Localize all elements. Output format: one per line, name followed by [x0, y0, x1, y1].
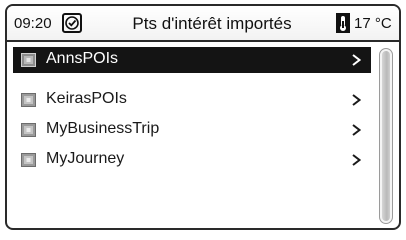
status-bar: 09:20 Pts d'intérêt importés 17 °C — [7, 6, 399, 42]
outside-temperature: 17 °C — [354, 15, 392, 32]
list-item[interactable]: MyBusinessTrip — [13, 117, 371, 143]
chevron-right-icon — [352, 54, 361, 66]
poi-folder-icon — [21, 93, 36, 107]
clock-icon — [62, 13, 82, 33]
list-item[interactable]: AnnsPOIs — [13, 47, 371, 73]
scrollbar[interactable] — [379, 48, 393, 224]
chevron-right-icon — [352, 154, 361, 166]
list-item-label: KeirasPOIs — [46, 90, 127, 107]
poi-folder-icon — [21, 53, 36, 67]
scrollbar-thumb[interactable] — [382, 51, 390, 221]
list-item-label: MyJourney — [46, 150, 125, 167]
list-item[interactable]: MyJourney — [13, 147, 371, 173]
clock-time: 09:20 — [14, 15, 52, 32]
thermometer-icon — [336, 13, 350, 33]
list-item-label: AnnsPOIs — [46, 50, 119, 67]
poi-folder-icon — [21, 153, 36, 167]
list-item-label: MyBusinessTrip — [46, 120, 160, 137]
list-item[interactable]: KeirasPOIs — [13, 87, 371, 113]
poi-folder-icon — [21, 123, 36, 137]
display-screen: 09:20 Pts d'intérêt importés 17 °C AnnsP… — [5, 4, 401, 230]
chevron-right-icon — [352, 94, 361, 106]
chevron-right-icon — [352, 124, 361, 136]
page-title: Pts d'intérêt importés — [132, 14, 292, 33]
